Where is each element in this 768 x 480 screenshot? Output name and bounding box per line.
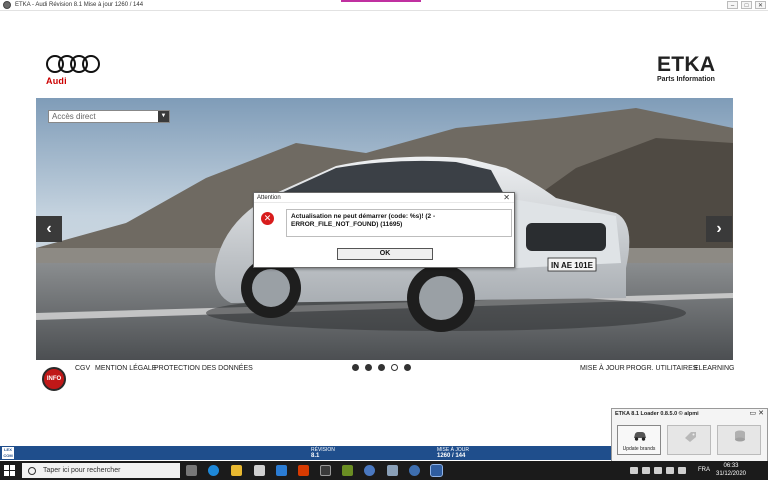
minimize-icon[interactable]: ▭ [750, 410, 757, 417]
taskbar-clock[interactable]: 06:33 31/12/2020 [714, 462, 748, 478]
close-icon[interactable]: ✕ [758, 410, 764, 417]
tray-icon[interactable] [654, 467, 662, 474]
window-title: ETKA - Audi Révision 8.1 Mise à jour 126… [15, 2, 144, 8]
direct-access-dropdown[interactable]: Accès direct ▼ [48, 110, 170, 123]
tray-icon[interactable] [642, 467, 650, 474]
app-icon[interactable] [409, 465, 420, 476]
edge-browser-icon[interactable] [208, 465, 219, 476]
file-explorer-icon[interactable] [231, 465, 242, 476]
carousel-prev-button[interactable]: ‹ [36, 216, 62, 242]
dialog-close-icon[interactable]: ✕ [503, 193, 510, 203]
minimize-icon[interactable]: – [727, 1, 738, 9]
windows-start-icon[interactable] [4, 465, 15, 476]
chevron-down-icon[interactable]: ▼ [158, 111, 169, 122]
windows-taskbar: Taper ici pour rechercher FRA 06:33 31/1… [0, 461, 768, 480]
lexcom-logo-icon: LEX COM [2, 447, 14, 459]
link-cgv[interactable]: CGV [75, 365, 90, 372]
office-icon[interactable] [298, 465, 309, 476]
dialog-message: Actualisation ne peut démarrer (code: %s… [286, 209, 512, 237]
titlebar-accent [341, 0, 421, 2]
search-placeholder: Taper ici pour rechercher [43, 467, 121, 474]
revision-value: 8.1 [311, 453, 320, 459]
carousel-next-button[interactable]: › [706, 216, 732, 242]
update-brands-button[interactable]: Update brands [617, 425, 661, 455]
clock-date: 31/12/2020 [715, 471, 747, 477]
product-subtitle: Parts Information [657, 76, 715, 83]
loader-window: ETKA 8.1 Loader 0.8.5.0 © alpmi ▭ ✕ Upda… [611, 408, 768, 462]
search-icon [28, 466, 36, 475]
task-view-icon[interactable] [186, 465, 197, 476]
update-value: 1260 / 144 [437, 453, 466, 459]
carousel-dot[interactable] [365, 364, 372, 371]
etka-taskbar-icon[interactable] [430, 464, 443, 477]
input-language[interactable]: FRA [698, 467, 710, 473]
database-icon [735, 430, 745, 442]
maximize-icon[interactable]: □ [741, 1, 752, 9]
window-titlebar: ETKA - Audi Révision 8.1 Mise à jour 126… [0, 0, 768, 11]
close-icon[interactable]: ✕ [755, 1, 766, 9]
chevron-left-icon: ‹ [46, 220, 52, 237]
attention-dialog: Attention ✕ ✕ Actualisation ne peut déma… [253, 192, 515, 268]
tray-icon[interactable] [630, 467, 638, 474]
link-mention-legale[interactable]: MENTION LÉGALE [95, 365, 156, 372]
ok-button[interactable]: OK [337, 248, 433, 260]
volume-icon[interactable] [678, 467, 686, 474]
app-icon[interactable] [364, 465, 375, 476]
app-window: ETKA - Audi Révision 8.1 Mise à jour 126… [0, 0, 768, 480]
carousel-dot-active[interactable] [391, 364, 398, 371]
app-icon[interactable] [320, 465, 331, 476]
license-plate: IN AE 101E [551, 261, 594, 270]
tag-icon [685, 432, 696, 442]
direct-access-label: Accès direct [52, 112, 96, 121]
app-icon[interactable] [342, 465, 353, 476]
link-mise-a-jour[interactable]: MISE À JOUR [580, 365, 625, 372]
clock-time: 06:33 [723, 463, 739, 469]
mail-icon[interactable] [276, 465, 287, 476]
taskbar-search-box[interactable]: Taper ici pour rechercher [22, 463, 180, 478]
link-elearning[interactable]: ELEARNING [694, 365, 734, 372]
dialog-title: Attention [254, 193, 514, 203]
chevron-right-icon: › [716, 220, 722, 237]
product-title: ETKA [657, 53, 716, 76]
info-badge[interactable]: INFO [42, 367, 66, 391]
store-icon[interactable] [254, 465, 265, 476]
network-icon[interactable] [666, 467, 674, 474]
loader-tag-button[interactable] [667, 425, 711, 455]
link-protection-donnees[interactable]: PROTECTION DES DONNÉES [154, 365, 253, 372]
error-icon: ✕ [261, 212, 274, 225]
update-brands-label: Update brands [622, 446, 656, 452]
carousel-dot[interactable] [378, 364, 385, 371]
etka-app-icon [3, 1, 11, 9]
carousel-dot[interactable] [352, 364, 359, 371]
audi-rings-logo-icon [46, 55, 102, 73]
car-icon [634, 432, 646, 441]
app-icon[interactable] [387, 465, 398, 476]
brand-name: Audi [46, 76, 67, 86]
loader-database-button[interactable] [717, 425, 761, 455]
loader-title: ETKA 8.1 Loader 0.8.5.0 © alpmi [615, 411, 699, 417]
link-progr-utilitaires[interactable]: PROGR. UTILITAIRES [626, 365, 697, 372]
carousel-dot[interactable] [404, 364, 411, 371]
carousel-indicators [352, 364, 411, 371]
